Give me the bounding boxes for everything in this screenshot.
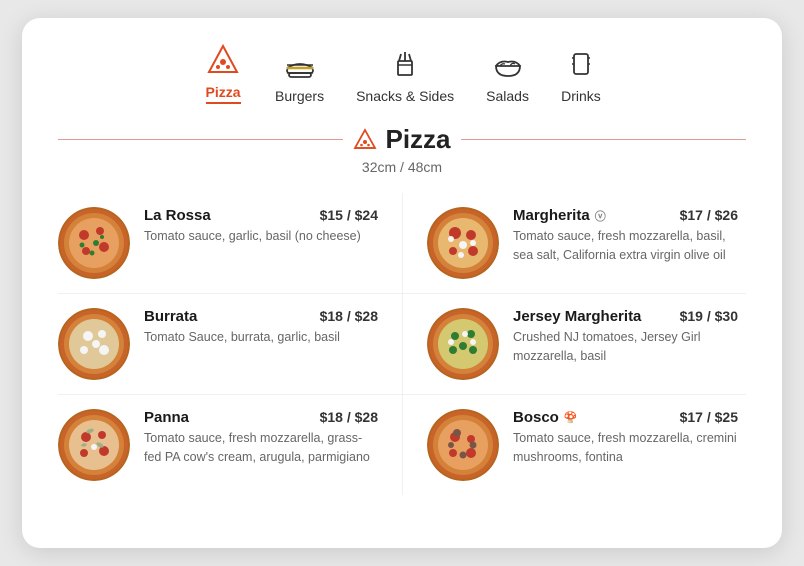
- menu-info-bosco: Bosco 🍄 $17 / $25 Tomato sauce, fresh mo…: [513, 409, 738, 467]
- section-title: Pizza: [353, 124, 450, 155]
- drinks-nav-icon: [561, 46, 601, 82]
- menu-name-la-rossa: La Rossa: [144, 207, 211, 224]
- nav-item-salads[interactable]: Salads: [486, 46, 529, 104]
- section-line-left: [58, 139, 343, 141]
- menu-desc-la-rossa: Tomato sauce, garlic, basil (no cheese): [144, 227, 378, 246]
- menu-badge-bosco: 🍄: [564, 411, 578, 424]
- section-pizza-icon: [353, 128, 377, 152]
- menu-info-jersey-margherita: Jersey Margherita $19 / $30 Crushed NJ t…: [513, 308, 738, 366]
- menu-name-panna: Panna: [144, 409, 189, 426]
- menu-price-jersey-margherita: $19 / $30: [680, 308, 738, 324]
- menu-desc-panna: Tomato sauce, fresh mozzarella, grass-fe…: [144, 429, 378, 467]
- menu-price-panna: $18 / $28: [320, 409, 378, 425]
- menu-price-bosco: $17 / $25: [680, 409, 738, 425]
- pizza-image-panna: [58, 409, 130, 481]
- pizza-image-burrata: [58, 308, 130, 380]
- menu-item-jersey-margherita: Jersey Margherita $19 / $30 Crushed NJ t…: [402, 294, 746, 395]
- burgers-nav-icon: [280, 46, 320, 82]
- pizza-image-bosco: [427, 409, 499, 481]
- menu-card: Pizza Burgers: [22, 18, 782, 548]
- menu-grid: La Rossa $15 / $24 Tomato sauce, garlic,…: [58, 193, 746, 495]
- nav-label-pizza: Pizza: [206, 84, 241, 104]
- menu-desc-burrata: Tomato Sauce, burrata, garlic, basil: [144, 328, 378, 347]
- menu-badge-margherita: ⓥ: [595, 208, 606, 224]
- menu-item-burrata: Burrata $18 / $28 Tomato Sauce, burrata,…: [58, 294, 402, 395]
- menu-price-margherita: $17 / $26: [680, 207, 738, 223]
- pizza-nav-icon: [203, 42, 243, 78]
- pizza-image-la-rossa: [58, 207, 130, 279]
- nav-label-salads: Salads: [486, 88, 529, 104]
- menu-name-burrata: Burrata: [144, 308, 197, 325]
- category-nav: Pizza Burgers: [58, 42, 746, 104]
- menu-top-jersey-margherita: Jersey Margherita $19 / $30: [513, 308, 738, 325]
- section-line-right: [461, 139, 746, 141]
- menu-item-la-rossa: La Rossa $15 / $24 Tomato sauce, garlic,…: [58, 193, 402, 294]
- menu-desc-bosco: Tomato sauce, fresh mozzarella, cremini …: [513, 429, 738, 467]
- pizza-image-jersey-margherita: [427, 308, 499, 380]
- nav-item-pizza[interactable]: Pizza: [203, 42, 243, 104]
- menu-top-margherita: Margherita ⓥ $17 / $26: [513, 207, 738, 224]
- menu-top-la-rossa: La Rossa $15 / $24: [144, 207, 378, 224]
- nav-label-burgers: Burgers: [275, 88, 324, 104]
- menu-name-bosco: Bosco 🍄: [513, 409, 578, 426]
- nav-label-drinks: Drinks: [561, 88, 601, 104]
- nav-item-drinks[interactable]: Drinks: [561, 46, 601, 104]
- pizza-image-margherita: [427, 207, 499, 279]
- menu-price-burrata: $18 / $28: [320, 308, 378, 324]
- menu-item-bosco: Bosco 🍄 $17 / $25 Tomato sauce, fresh mo…: [402, 395, 746, 495]
- menu-item-margherita: Margherita ⓥ $17 / $26 Tomato sauce, fre…: [402, 193, 746, 294]
- nav-item-burgers[interactable]: Burgers: [275, 46, 324, 104]
- menu-info-la-rossa: La Rossa $15 / $24 Tomato sauce, garlic,…: [144, 207, 378, 246]
- menu-info-burrata: Burrata $18 / $28 Tomato Sauce, burrata,…: [144, 308, 378, 347]
- menu-info-margherita: Margherita ⓥ $17 / $26 Tomato sauce, fre…: [513, 207, 738, 265]
- section-header: Pizza: [58, 124, 746, 155]
- section-subtitle: 32cm / 48cm: [58, 159, 746, 175]
- menu-name-jersey-margherita: Jersey Margherita: [513, 308, 641, 325]
- salads-nav-icon: [488, 46, 528, 82]
- menu-top-bosco: Bosco 🍄 $17 / $25: [513, 409, 738, 426]
- menu-top-panna: Panna $18 / $28: [144, 409, 378, 426]
- menu-desc-margherita: Tomato sauce, fresh mozzarella, basil, s…: [513, 227, 738, 265]
- menu-name-margherita: Margherita ⓥ: [513, 207, 606, 224]
- menu-info-panna: Panna $18 / $28 Tomato sauce, fresh mozz…: [144, 409, 378, 467]
- menu-top-burrata: Burrata $18 / $28: [144, 308, 378, 325]
- nav-item-snacks[interactable]: Snacks & Sides: [356, 46, 454, 104]
- menu-desc-jersey-margherita: Crushed NJ tomatoes, Jersey Girl mozzare…: [513, 328, 738, 366]
- menu-item-panna: Panna $18 / $28 Tomato sauce, fresh mozz…: [58, 395, 402, 495]
- nav-label-snacks: Snacks & Sides: [356, 88, 454, 104]
- menu-price-la-rossa: $15 / $24: [320, 207, 378, 223]
- snacks-nav-icon: [385, 46, 425, 82]
